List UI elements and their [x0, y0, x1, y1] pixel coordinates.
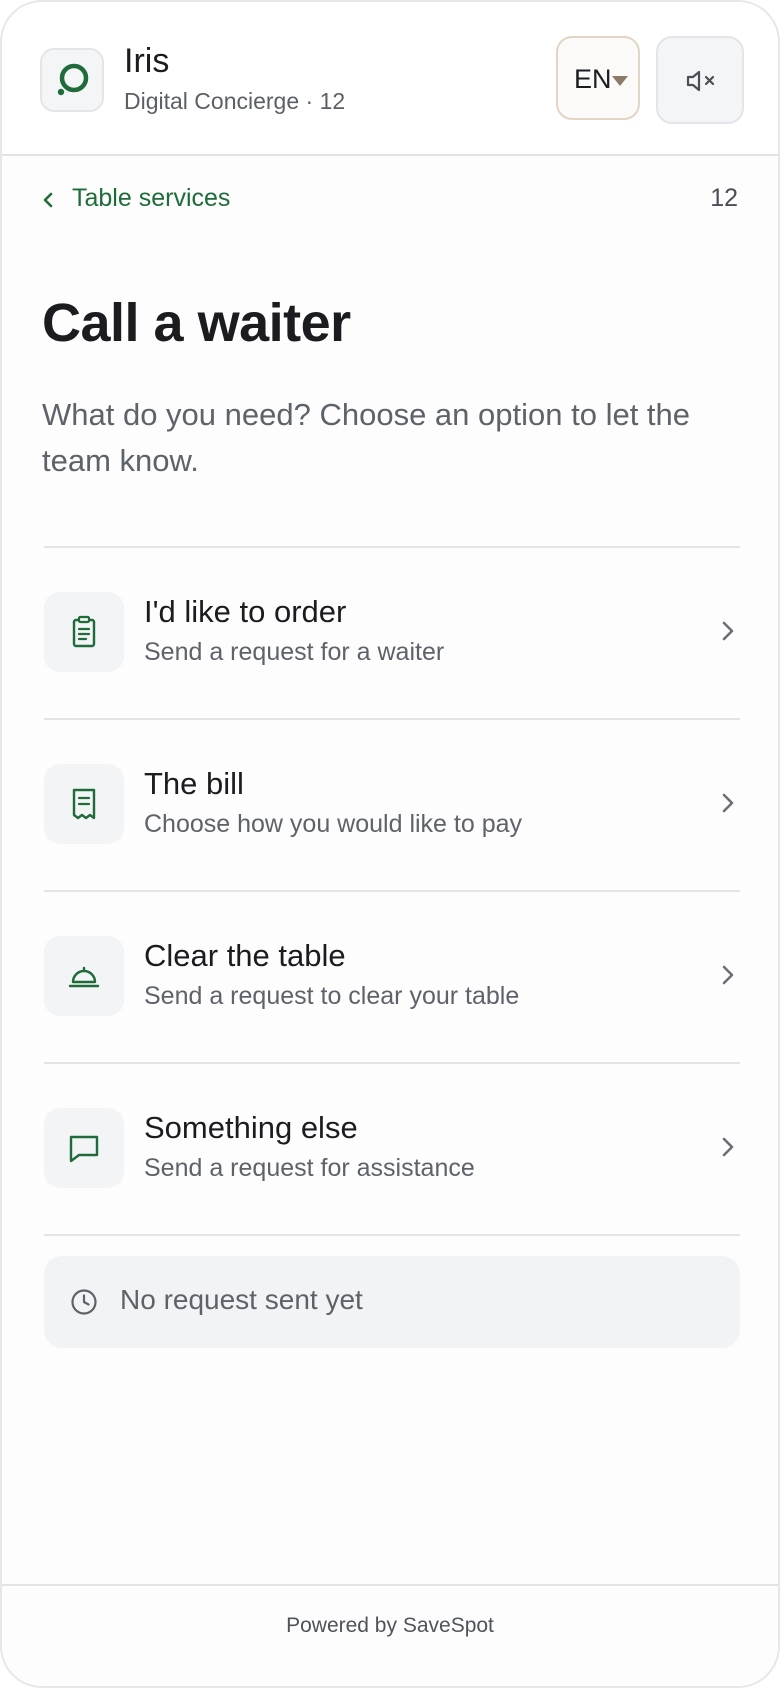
caret-down-icon [612, 76, 628, 86]
divider [44, 1234, 740, 1236]
cloche-icon [44, 936, 124, 1016]
ring-logo-icon [40, 48, 104, 112]
page-description: What do you need? Choose an option to le… [42, 397, 691, 478]
page-title: Call a waiter [42, 293, 351, 353]
clock-icon [71, 1289, 97, 1315]
option-subtitle: Send a request for a waiter [144, 638, 445, 666]
option-title: I'd like to order [144, 594, 347, 629]
back-label: Table services [72, 184, 231, 212]
option-something-else[interactable]: Something else Send a request for assist… [44, 1064, 740, 1232]
option-title: Something else [144, 1110, 358, 1145]
mute-button[interactable] [656, 36, 744, 124]
receipt-icon [44, 764, 124, 844]
app-frame: Iris Digital Concierge · 12 EN Table ser… [0, 0, 780, 1688]
header: Iris Digital Concierge · 12 EN [2, 2, 778, 156]
option-subtitle: Send a request for assistance [144, 1154, 475, 1182]
powered-by-text: Powered by SaveSpot [286, 1614, 494, 1637]
option-subtitle: Choose how you would like to pay [144, 810, 523, 838]
option-clear-table[interactable]: Clear the table Send a request to clear … [44, 892, 740, 1060]
status-text: No request sent yet [120, 1284, 363, 1315]
chevron-right-icon [722, 793, 734, 813]
option-title: Clear the table [144, 938, 346, 973]
chevron-right-icon [722, 621, 734, 641]
option-subtitle: Send a request to clear your table [144, 982, 520, 1010]
language-label: EN [574, 64, 612, 94]
option-order[interactable]: I'd like to order Send a request for a w… [44, 548, 740, 716]
option-bill[interactable]: The bill Choose how you would like to pa… [44, 720, 740, 888]
option-title: The bill [144, 766, 244, 801]
chevron-right-icon [722, 965, 734, 985]
chevron-left-icon [43, 192, 53, 208]
table-number: 12 [710, 184, 738, 212]
clipboard-list-icon [44, 592, 124, 672]
app-name: Iris [124, 42, 170, 80]
request-status: No request sent yet [44, 1256, 740, 1348]
chat-bubble-icon [44, 1108, 124, 1188]
app-subtitle: Digital Concierge · 12 [124, 88, 346, 114]
language-selector[interactable]: EN [556, 36, 640, 120]
chevron-right-icon [722, 1137, 734, 1157]
speaker-muted-icon [686, 70, 715, 92]
footer: Powered by SaveSpot [2, 1584, 778, 1686]
